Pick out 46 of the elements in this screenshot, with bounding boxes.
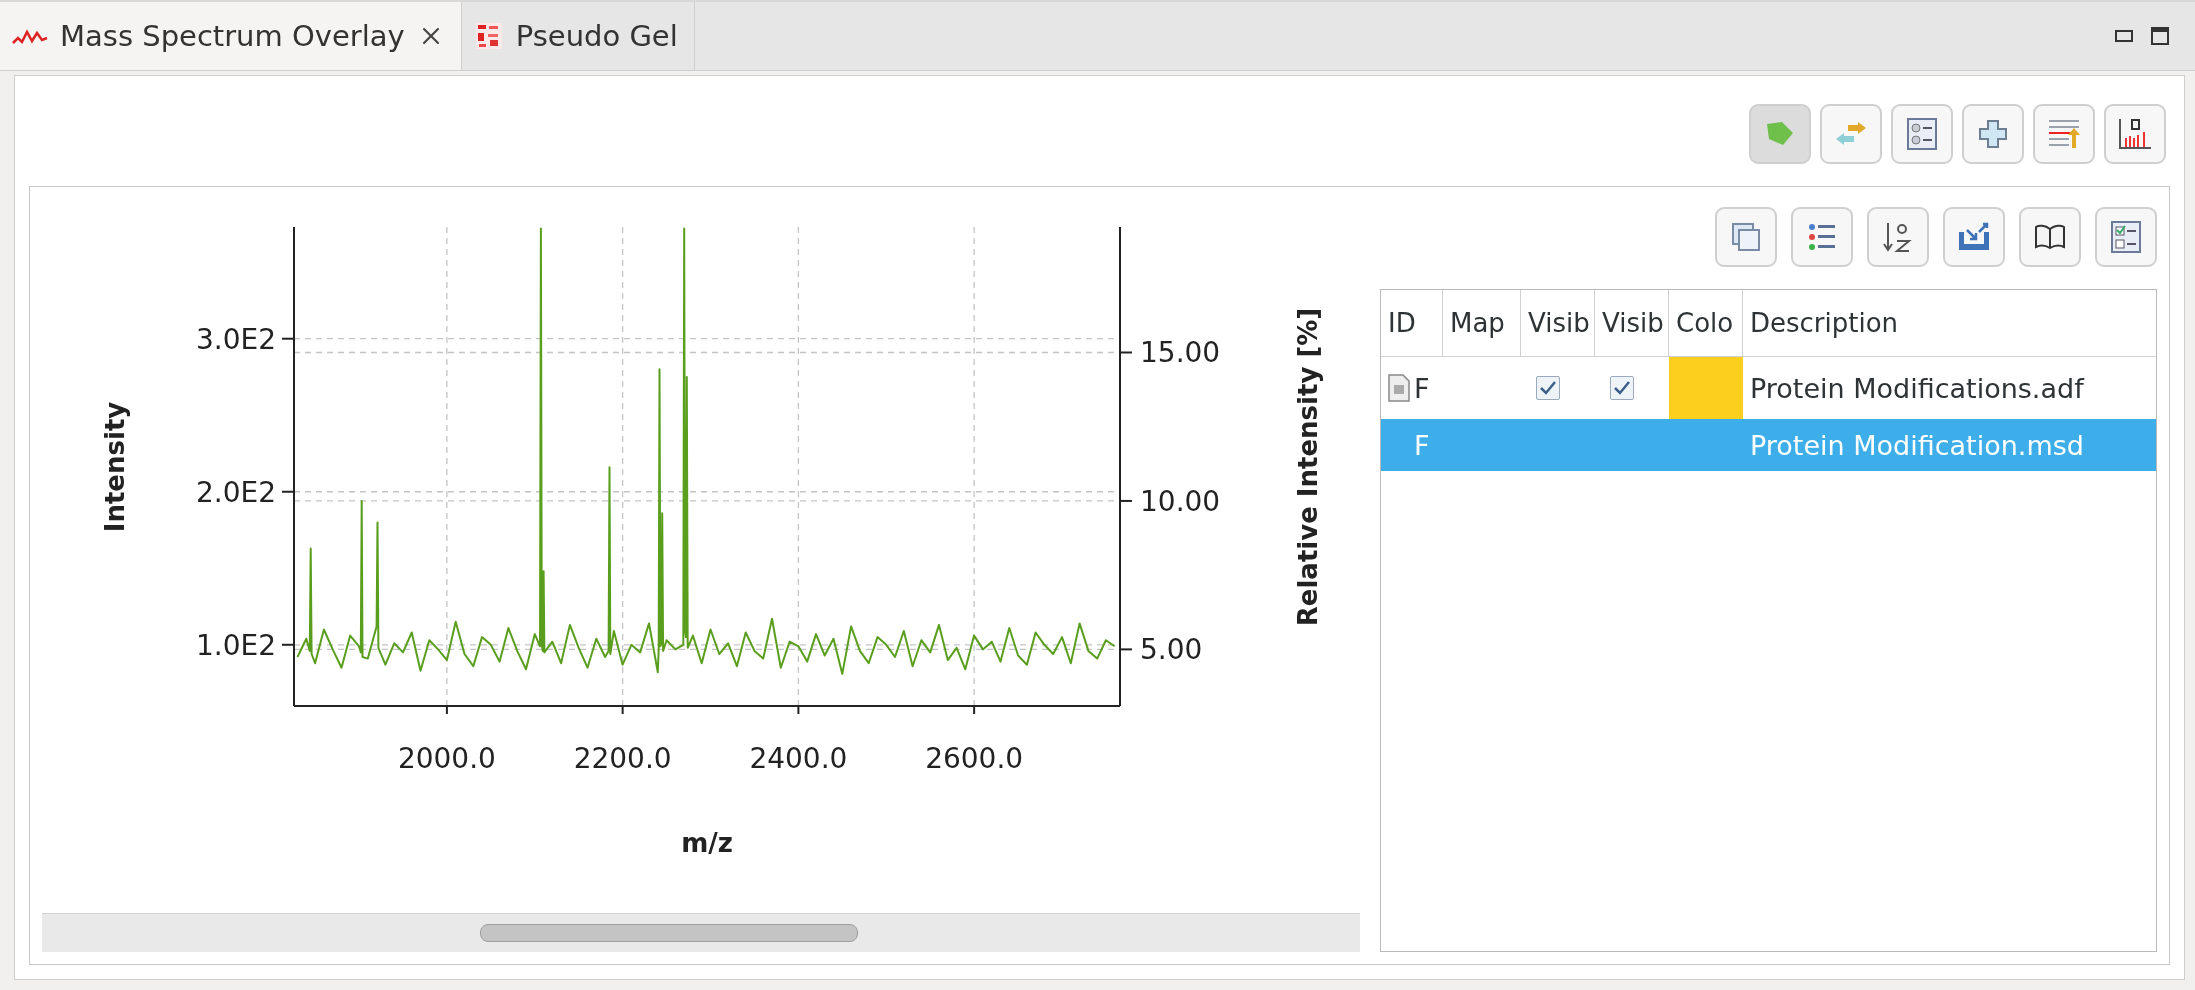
table-cell: Protein Modification.msd — [1750, 429, 2084, 461]
table-cell: Protein Modifications.adf — [1750, 372, 2084, 404]
plus-icon — [1978, 119, 2008, 149]
file-icon — [1388, 374, 1410, 402]
toolbar-button[interactable] — [1867, 207, 1929, 267]
axis-title: m/z — [681, 828, 733, 858]
tick-label: 15.00 — [1140, 336, 1221, 370]
column-header[interactable]: ID — [1381, 290, 1443, 356]
column-header[interactable]: Map — [1443, 290, 1521, 356]
windows-icon — [1731, 222, 1761, 252]
tick-label: 2.0E2 — [195, 475, 276, 509]
axis-title: Relative Intensity [%] — [1293, 307, 1323, 627]
sort-icon — [1882, 221, 1914, 253]
table-cell: F — [1414, 429, 1430, 461]
tag-icon — [1765, 121, 1795, 147]
book-icon — [2034, 224, 2066, 250]
column-header[interactable]: Description — [1743, 290, 2156, 356]
tick-label: 5.00 — [1140, 633, 1203, 667]
tick-label: 2200.0 — [573, 742, 672, 775]
scrollbar-thumb[interactable] — [480, 924, 858, 942]
column-header[interactable]: Visib — [1521, 290, 1595, 356]
tick-label: 2400.0 — [749, 742, 848, 775]
tick-label: 2000.0 — [397, 742, 496, 775]
column-header[interactable]: Colo — [1669, 290, 1743, 356]
tick-label: 1.0E2 — [195, 628, 276, 662]
column-header[interactable]: Visib — [1595, 290, 1669, 356]
list-icon — [1807, 223, 1837, 251]
minimize-icon[interactable] — [2115, 30, 2133, 42]
gel-icon — [473, 21, 504, 51]
options-list-icon — [1907, 118, 1937, 150]
table-cell: F — [1414, 372, 1430, 404]
toolbar-button[interactable] — [2104, 104, 2166, 164]
tick-label: 2600.0 — [925, 742, 1024, 775]
axis-title: Intensity — [100, 401, 130, 533]
tab[interactable]: Mass Spectrum Overlay — [0, 2, 462, 70]
import-icon — [1957, 222, 1991, 252]
tick-label: 10.00 — [1140, 484, 1221, 518]
checkbox[interactable] — [1610, 376, 1634, 400]
bar-chart-icon — [2118, 118, 2152, 150]
lines-arrow-icon — [2047, 118, 2081, 150]
swap-arrows-icon — [1834, 122, 1868, 146]
maximize-icon[interactable] — [2151, 27, 2169, 45]
checklist-icon — [2111, 221, 2141, 253]
tick-label: 3.0E2 — [195, 322, 276, 356]
checkbox[interactable] — [1536, 376, 1560, 400]
toolbar-button[interactable] — [2019, 207, 2081, 267]
